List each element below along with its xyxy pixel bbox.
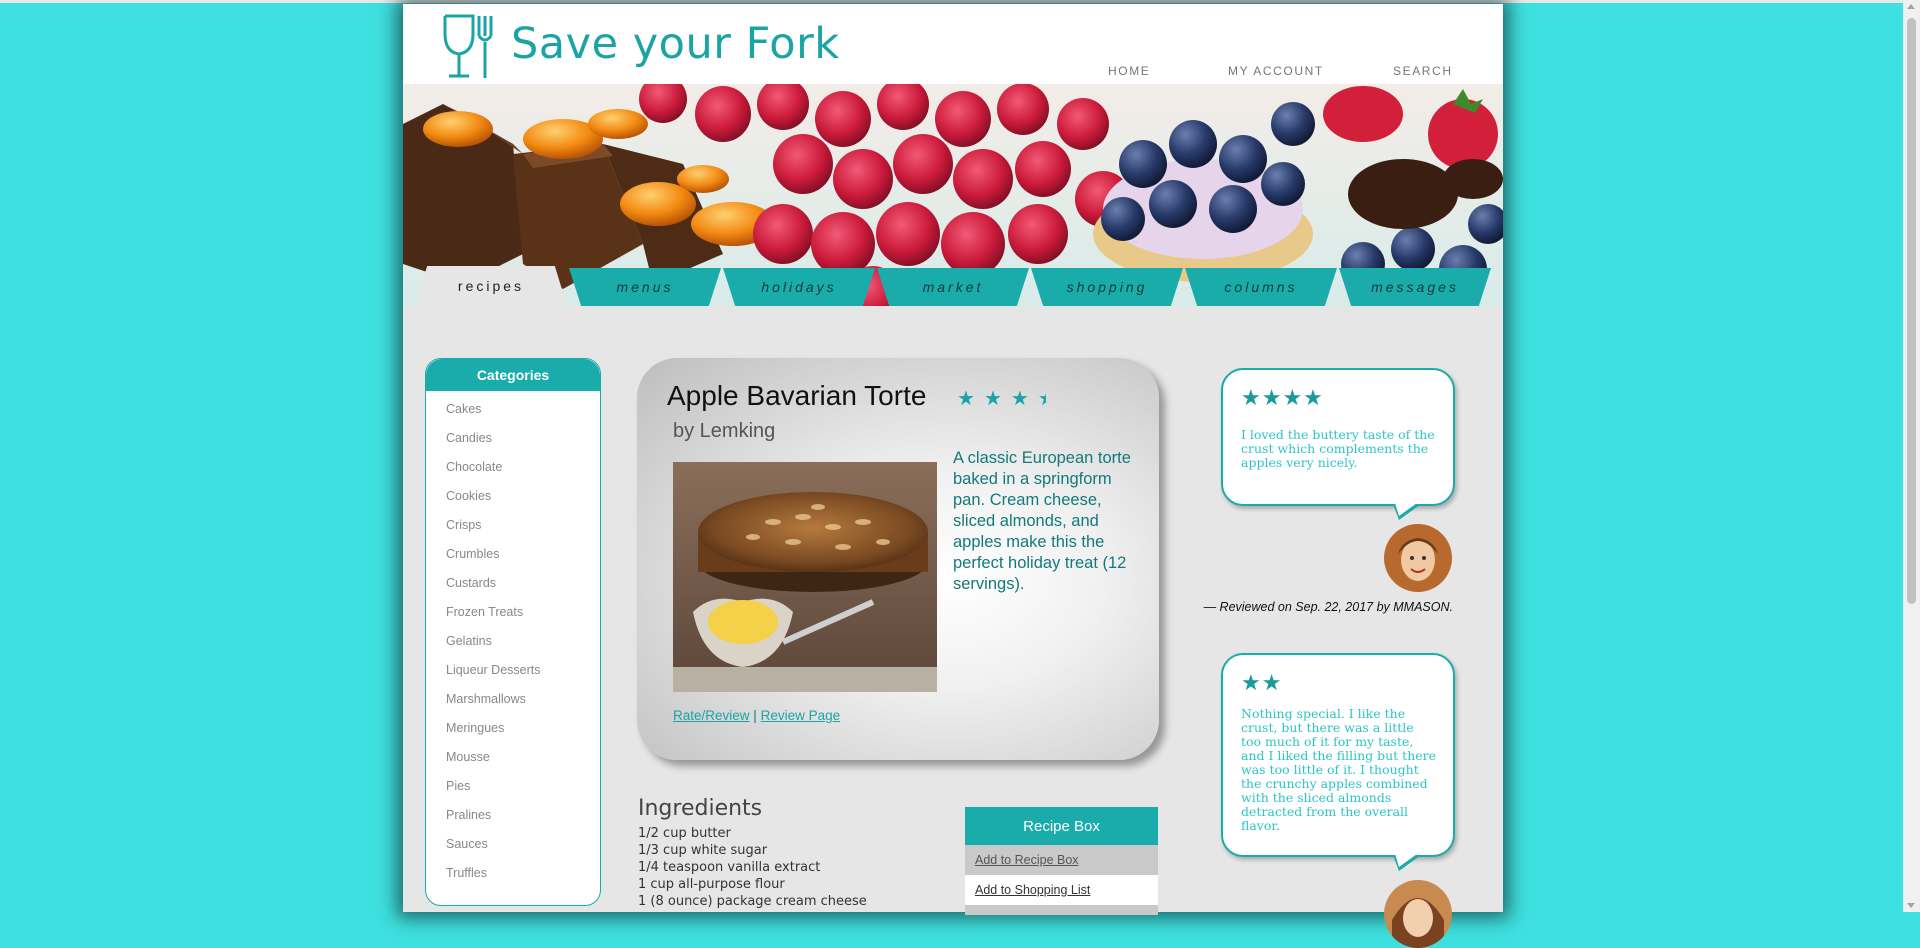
review-stars: ★★: [1241, 671, 1283, 696]
review-text: Nothing special. I like the crust, but t…: [1241, 706, 1437, 833]
site-header: Save your Fork HOME MY ACCOUNT SEARCH: [403, 4, 1503, 84]
review-attribution: — Reviewed on Sep. 22, 2017 by MMASON.: [1203, 600, 1453, 614]
tab-messages[interactable]: messages: [1339, 268, 1491, 306]
recipe-rating: ★★★★: [957, 386, 1046, 411]
tab-market[interactable]: market: [877, 268, 1029, 306]
categories-heading: Categories: [426, 359, 600, 391]
tab-columns[interactable]: columns: [1185, 268, 1337, 306]
tab-holidays[interactable]: holidays: [723, 268, 875, 306]
category-link[interactable]: Frozen Treats: [446, 598, 600, 627]
category-link[interactable]: Pralines: [446, 801, 600, 830]
ingredients-section: Ingredients 1/2 cup butter 1/3 cup white…: [638, 796, 938, 910]
bubble-tail-inner: [1395, 503, 1417, 516]
add-to-shopping-list-link[interactable]: Add to Shopping List: [965, 875, 1158, 905]
site-logo-text[interactable]: Save your Fork: [511, 19, 840, 69]
page-container: Save your Fork HOME MY ACCOUNT SEARCH re…: [403, 4, 1503, 948]
category-link[interactable]: Crumbles: [446, 540, 600, 569]
category-link[interactable]: Gelatins: [446, 627, 600, 656]
ingredient-item: 1 (8 ounce) package cream cheese: [638, 894, 867, 909]
category-link[interactable]: Meringues: [446, 714, 600, 743]
scroll-down-arrow-icon[interactable]: [1907, 903, 1915, 908]
category-link[interactable]: Candies: [446, 424, 600, 453]
ingredient-item: 1/4 teaspoon vanilla extract: [638, 860, 821, 875]
avatar[interactable]: [1384, 880, 1452, 948]
review-text: I loved the buttery taste of the crust w…: [1241, 427, 1435, 470]
tab-menus[interactable]: menus: [569, 268, 721, 306]
browser-top-edge: [0, 0, 1920, 3]
ingredients-heading: Ingredients: [638, 796, 763, 821]
avatar[interactable]: [1384, 524, 1452, 592]
scroll-up-arrow-icon[interactable]: [1907, 4, 1915, 9]
category-link[interactable]: Truffles: [446, 859, 600, 888]
recipe-photo: [673, 462, 937, 692]
category-link[interactable]: Pies: [446, 772, 600, 801]
ingredient-item: 1/2 cup butter: [638, 826, 731, 841]
category-link[interactable]: Sauces: [446, 830, 600, 859]
recipe-title: Apple Bavarian Torte: [667, 380, 927, 411]
link-separator: |: [753, 708, 757, 723]
category-link[interactable]: Mousse: [446, 743, 600, 772]
tab-recipes[interactable]: recipes: [415, 266, 567, 306]
rate-review-link[interactable]: Rate/Review: [673, 708, 750, 723]
bubble-tail-inner: [1395, 854, 1417, 867]
nav-home[interactable]: HOME: [1108, 64, 1150, 78]
recipe-card: Apple Bavarian Torte ★★★★ by Lemking: [637, 358, 1159, 760]
categories-sidebar: Categories Cakes Candies Chocolate Cooki…: [425, 358, 601, 906]
review-page-link[interactable]: Review Page: [761, 708, 841, 723]
review-bubble: ★★ Nothing special. I like the crust, bu…: [1221, 653, 1455, 871]
wine-glass-fork-icon: [443, 14, 493, 78]
tab-shopping[interactable]: shopping: [1031, 268, 1183, 306]
ingredient-item: 1/3 cup white sugar: [638, 843, 768, 858]
half-star-icon: ★: [1038, 386, 1046, 411]
star-icon: ★: [983, 388, 1011, 410]
category-link[interactable]: Cakes: [446, 395, 600, 424]
scrollbar-thumb[interactable]: [1907, 18, 1916, 604]
review-bubble: ★★★★ I loved the buttery taste of the cr…: [1221, 368, 1455, 520]
category-link[interactable]: Liqueur Desserts: [446, 656, 600, 685]
category-link[interactable]: Custards: [446, 569, 600, 598]
review-stars: ★★★★: [1241, 386, 1324, 411]
recipe-box: Recipe Box Add to Recipe Box Add to Shop…: [965, 807, 1158, 915]
recipe-box-next-item[interactable]: [965, 905, 1158, 915]
recipe-box-heading: Recipe Box: [965, 807, 1158, 845]
nav-my-account[interactable]: MY ACCOUNT: [1228, 64, 1324, 78]
star-icon: ★: [957, 388, 984, 410]
recipe-author: by Lemking: [673, 420, 776, 442]
recipe-links: Rate/Review | Review Page: [673, 708, 840, 723]
vertical-scrollbar[interactable]: [1903, 0, 1920, 912]
recipe-description: A classic European torte baked in a spri…: [953, 449, 1131, 593]
category-link[interactable]: Marshmallows: [446, 685, 600, 714]
category-link[interactable]: Chocolate: [446, 453, 600, 482]
category-link[interactable]: Cookies: [446, 482, 600, 511]
nav-search[interactable]: SEARCH: [1393, 64, 1453, 78]
ingredient-item: 1 cup all-purpose flour: [638, 877, 785, 892]
category-tabs: recipes menus holidays market shopping c…: [403, 266, 1503, 308]
add-to-recipe-box-link[interactable]: Add to Recipe Box: [965, 845, 1158, 875]
star-icon: ★: [1010, 388, 1038, 410]
category-link[interactable]: Crisps: [446, 511, 600, 540]
